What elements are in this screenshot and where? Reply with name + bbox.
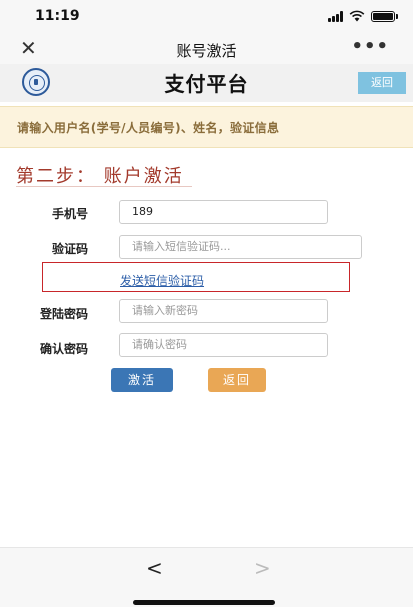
password-input[interactable]: 请输入新密码 [119, 299, 328, 323]
page-title: 支付平台 [164, 72, 249, 96]
forward-arrow-icon[interactable]: > [254, 556, 271, 580]
phone-input[interactable]: 189 [119, 200, 328, 224]
notice-text: 请输入用户名(学号/人员编号)、姓名，验证信息 [17, 121, 280, 135]
confirm-label: 确认密码 [39, 342, 88, 356]
status-time: 11:19 [35, 8, 80, 24]
back-arrow-icon[interactable]: < [146, 556, 163, 580]
battery-icon [371, 10, 398, 22]
notice-banner: 请输入用户名(学号/人员编号)、姓名，验证信息 [0, 106, 413, 148]
home-indicator[interactable] [133, 600, 275, 605]
wifi-icon [349, 10, 365, 22]
signal-icon [328, 10, 343, 22]
back-button[interactable]: 返回 [208, 368, 266, 392]
activate-button[interactable]: 激活 [111, 368, 173, 392]
status-bar: 11:19 [0, 0, 413, 34]
confirm-password-input[interactable]: 请确认密码 [119, 333, 328, 357]
send-code-link[interactable]: 发送短信验证码 [120, 272, 204, 289]
password-label: 登陆密码 [39, 307, 88, 321]
code-label: 验证码 [51, 242, 88, 256]
phone-label: 手机号 [51, 207, 88, 221]
more-icon[interactable]: ••• [351, 36, 389, 57]
page-header: 支付平台 返回 [0, 64, 413, 102]
bottom-nav-bar: < > [0, 547, 413, 607]
step-underline [16, 186, 192, 187]
header-back-button[interactable]: 返回 [358, 72, 406, 94]
nav-bar: ✕ 账号激活 ••• [0, 34, 413, 64]
status-icons [328, 10, 398, 22]
code-input[interactable]: 请输入短信验证码... [119, 235, 362, 259]
step-title: 第二步： 账户激活 [16, 166, 184, 187]
